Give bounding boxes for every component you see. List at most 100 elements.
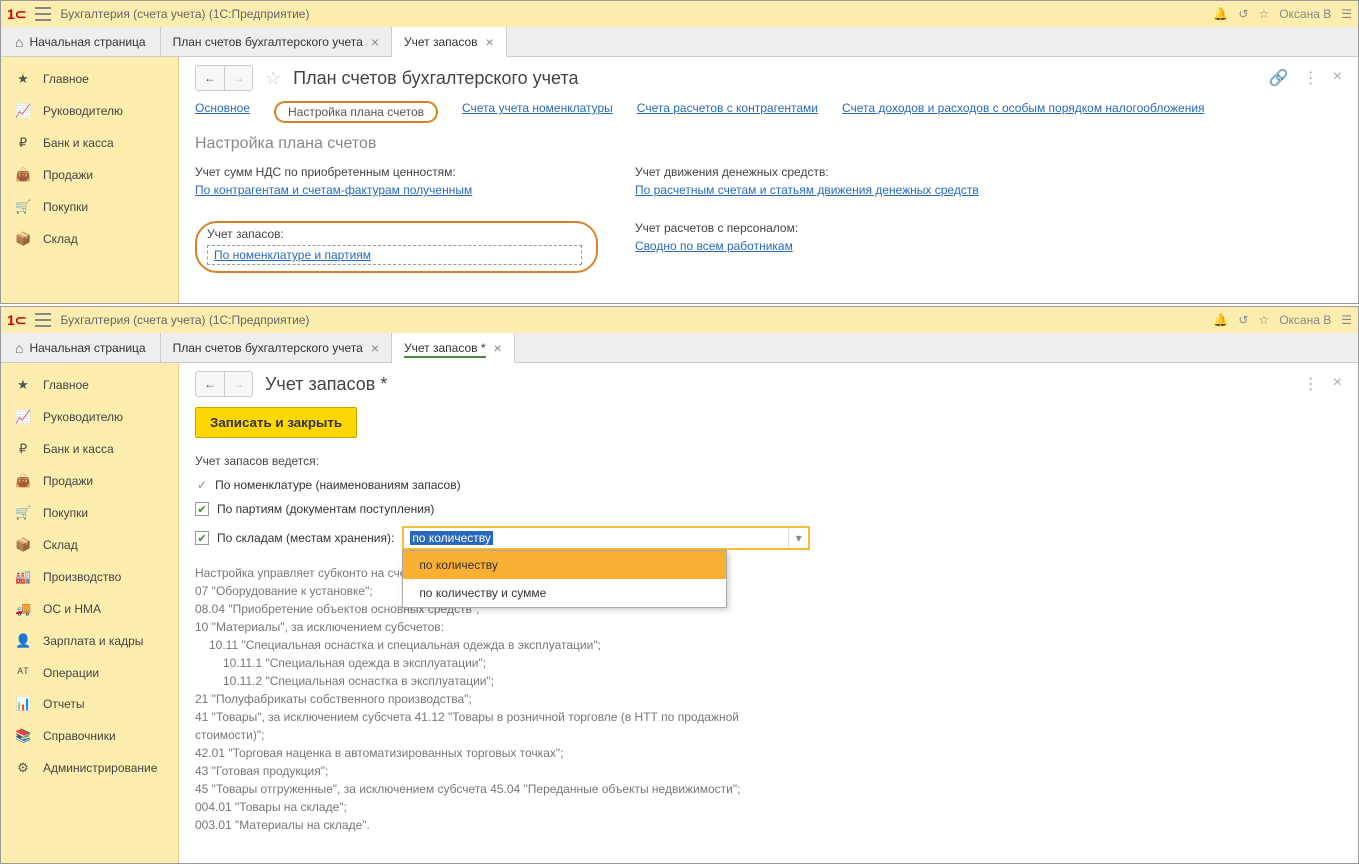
link-tab-tax[interactable]: Счета доходов и расходов с особым порядк… (842, 101, 1205, 123)
history-icon[interactable]: ↺ (1238, 313, 1248, 327)
close-icon[interactable]: × (371, 340, 379, 356)
desc-line: 10.11 "Специальная оснастка и специальна… (195, 636, 795, 654)
dropdown: по количеству по количеству и сумме (402, 550, 727, 608)
user-label[interactable]: Оксана В (1279, 7, 1331, 21)
history-icon[interactable]: ↺ (1238, 7, 1248, 21)
kebab-icon[interactable]: ⋮ (1303, 374, 1319, 394)
sidebar-item[interactable]: 📦Склад (1, 529, 178, 561)
bell-icon[interactable]: 🔔 (1213, 7, 1228, 21)
nds-link[interactable]: По контрагентам и счетам-фактурам получе… (195, 183, 472, 197)
save-close-button[interactable]: Записать и закрыть (195, 407, 357, 438)
sidebar-item[interactable]: 👤Зарплата и кадры (1, 625, 178, 657)
link-tab-settings[interactable]: Настройка плана счетов (274, 101, 438, 123)
nav-back[interactable]: ← (196, 372, 224, 396)
sidebar-item-label: Банк и касса (43, 136, 114, 150)
tab-label: Учет запасов (404, 35, 478, 49)
sidebar-item[interactable]: 🛒Покупки (1, 497, 178, 529)
tab-plan[interactable]: План счетов бухгалтерского учета × (161, 333, 392, 362)
sidebar-item[interactable]: 🚚ОС и НМА (1, 593, 178, 625)
checkbox-by-party[interactable] (195, 502, 209, 516)
window-menu-icon[interactable]: ☰ (1341, 7, 1352, 21)
star-icon[interactable]: ☆ (1258, 7, 1269, 21)
link-tab-counter[interactable]: Счета расчетов с контрагентами (637, 101, 818, 123)
tab-label: План счетов бухгалтерского учета (173, 341, 363, 355)
sidebar-item[interactable]: ₽Банк и касса (1, 433, 178, 465)
tab-inventory[interactable]: Учет запасов × (392, 27, 507, 57)
main-menu-icon[interactable] (35, 7, 51, 21)
home-icon: ⌂ (15, 34, 23, 50)
sidebar-item[interactable]: 📚 Справочники (1, 720, 178, 752)
link-icon[interactable]: 🔗 (1269, 68, 1289, 88)
sidebar-item[interactable]: 📈Руководителю (1, 401, 178, 433)
close-icon[interactable]: × (494, 340, 502, 356)
sidebar-icon: 👜 (15, 167, 31, 183)
desc-line: 10.11.1 "Специальная одежда в эксплуатац… (195, 654, 795, 672)
sidebar-item[interactable]: ᴬᵀОперации (1, 657, 178, 688)
label-by-nomen: По номенклатуре (наименованиям запасов) (215, 478, 461, 492)
sidebar-icon: 🛒 (15, 199, 31, 215)
home-tab-label: Начальная страница (29, 35, 145, 49)
inv-link[interactable]: По номенклатуре и партиям (207, 245, 582, 265)
sidebar-item-label: Склад (43, 232, 78, 246)
logo-1c: 1⊂ (7, 6, 27, 23)
nav-back[interactable]: ← (196, 66, 224, 90)
sidebar-item-label: Зарплата и кадры (43, 634, 143, 648)
tab-plan[interactable]: План счетов бухгалтерского учета × (161, 27, 392, 56)
link-tab-nomen[interactable]: Счета учета номенклатуры (462, 101, 613, 123)
close-icon[interactable]: × (486, 34, 494, 50)
close-icon[interactable]: × (1333, 68, 1342, 88)
sidebar-icon: ᴬᵀ (15, 665, 31, 680)
nav-forward: → (224, 66, 252, 90)
sidebar-item[interactable]: 📊Отчеты (1, 688, 178, 720)
section-title: Настройка плана счетов (195, 135, 1342, 153)
main-menu-icon[interactable] (35, 313, 51, 327)
sidebar-item[interactable]: ★ Главное (1, 63, 178, 95)
desc-line: 41 "Товары", за исключением субсчета 41.… (195, 708, 795, 744)
pers-link[interactable]: Сводно по всем работникам (635, 239, 793, 253)
tab-label: Учет запасов * (404, 341, 486, 355)
checkbox-by-store[interactable] (195, 531, 209, 545)
favorite-icon[interactable]: ☆ (265, 68, 281, 89)
dropdown-option-qty-sum[interactable]: по количеству и сумме (403, 579, 726, 607)
row-by-nomen: ✓ По номенклатуре (наименованиям запасов… (195, 478, 1342, 492)
bell-icon[interactable]: 🔔 (1213, 313, 1228, 327)
dropdown-option-qty[interactable]: по количеству (403, 551, 726, 579)
close-icon[interactable]: × (371, 34, 379, 50)
sidebar-item-label: Отчеты (43, 697, 84, 711)
home-tab[interactable]: ⌂ Начальная страница (1, 333, 161, 362)
close-icon[interactable]: × (1333, 374, 1342, 394)
sidebar-item[interactable]: 📦 Склад (1, 223, 178, 255)
sidebar-item[interactable]: ★Главное (1, 369, 178, 401)
sidebar-icon: 📦 (15, 231, 31, 247)
sidebar-item-label: Главное (43, 72, 89, 86)
cash-link[interactable]: По расчетным счетам и статьям движения д… (635, 183, 979, 197)
sidebar-item-label: Справочники (43, 729, 116, 743)
user-label[interactable]: Оксана В (1279, 313, 1331, 327)
legend: Учет запасов ведется: (195, 454, 1342, 468)
app-title: Бухгалтерия (счета учета) (1С:Предприяти… (61, 7, 310, 21)
sidebar-item[interactable]: 👜 Продажи (1, 159, 178, 191)
sidebar-item[interactable]: 👜Продажи (1, 465, 178, 497)
sidebar-item[interactable]: 🏭Производство (1, 561, 178, 593)
sidebar-item[interactable]: 📈Руководителю (1, 95, 178, 127)
sidebar-item[interactable]: ₽Банк и касса (1, 127, 178, 159)
sidebar-item-label: ОС и НМА (43, 602, 101, 616)
link-tab-main[interactable]: Основное (195, 101, 250, 123)
sidebar-icon: ★ (15, 71, 31, 87)
sidebar-icon: 📚 (15, 728, 31, 744)
tab-inventory-mod[interactable]: Учет запасов * × (392, 333, 515, 363)
home-tab[interactable]: ⌂ Начальная страница (1, 27, 161, 56)
kebab-icon[interactable]: ⋮ (1303, 68, 1319, 88)
star-icon[interactable]: ☆ (1258, 313, 1269, 327)
sidebar-item-label: Покупки (43, 506, 88, 520)
sidebar-item[interactable]: 🛒Покупки (1, 191, 178, 223)
sidebar-icon: ★ (15, 377, 31, 393)
sidebar-item-label: Склад (43, 538, 78, 552)
chevron-down-icon[interactable]: ▾ (788, 528, 808, 548)
window-menu-icon[interactable]: ☰ (1341, 313, 1352, 327)
sidebar-item-label: Администрирование (43, 761, 157, 775)
sidebar-item[interactable]: ⚙Администрирование (1, 752, 178, 784)
titlebar-actions: 🔔 ↺ ☆ Оксана В ☰ (1213, 7, 1352, 21)
store-mode-select[interactable]: по количеству ▾ (402, 526, 810, 550)
sidebar-item-label: Продажи (43, 168, 93, 182)
